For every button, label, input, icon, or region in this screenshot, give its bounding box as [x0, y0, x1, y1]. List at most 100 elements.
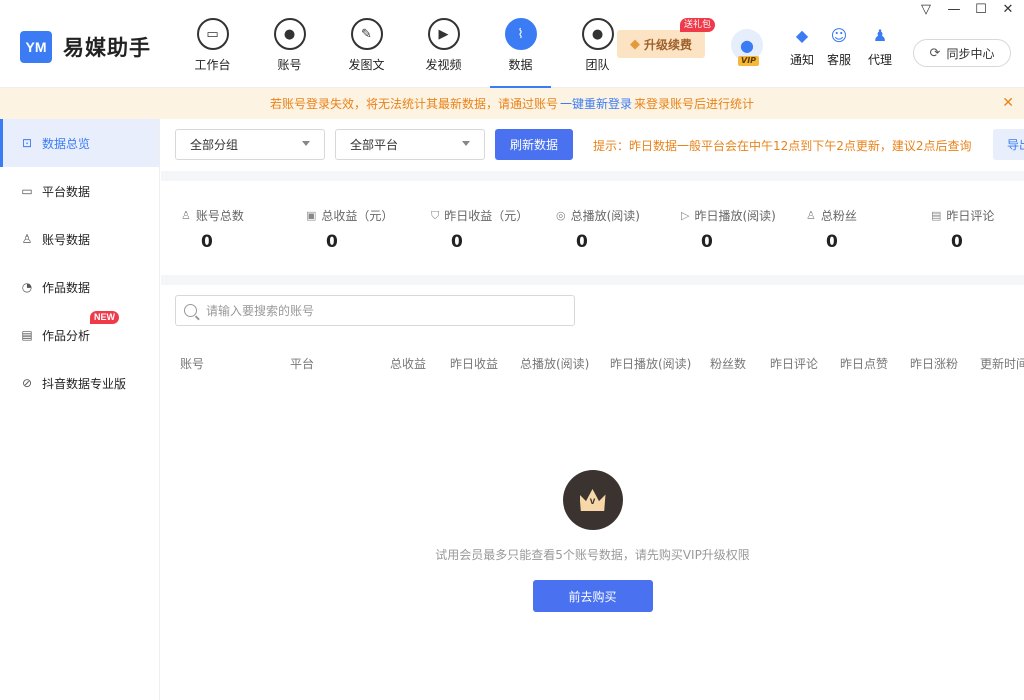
search-box[interactable] — [175, 295, 575, 326]
account-icon: ♙ — [21, 232, 33, 246]
wallet-icon: ▣ — [306, 209, 317, 222]
account-table: 账号 平台 总收益 昨日收益 总播放(阅读) 昨日播放(阅读) 粉丝数 昨日评论… — [161, 285, 1024, 700]
export-label: 导出 — [1007, 138, 1024, 152]
overview-icon: ⊡ — [21, 136, 33, 150]
moneybag-icon: ⛉ — [431, 208, 440, 222]
play-circle-icon: ▷ — [681, 209, 690, 222]
bell-icon: ◆ — [795, 26, 809, 45]
stat-yesterday-revenue: ⛉ 昨日收益（元） 0 — [431, 207, 529, 253]
comment-icon: ▤ — [931, 209, 942, 222]
filter-bar: 全部分组 全部平台 刷新数据 提示：昨日数据一般平台会在中午12点到下午2点更新… — [161, 119, 1024, 171]
team-icon: ● — [581, 18, 614, 50]
stat-total-fans: ♙ 总粉丝 0 — [806, 207, 857, 252]
stat-label: 账号总数 — [195, 209, 244, 223]
main-content: 全部分组 全部平台 刷新数据 提示：昨日数据一般平台会在中午12点到下午2点更新… — [161, 119, 1024, 700]
stat-label: 昨日播放(阅读) — [694, 209, 776, 223]
monitor-icon: ▭ — [196, 18, 229, 50]
tool-label: 通知 — [789, 53, 814, 67]
platform-select-value: 全部平台 — [350, 138, 399, 152]
notice-text-end: 来登录账号后进行统计 — [634, 97, 755, 111]
stat-total-revenue: ▣ 总收益（元） 0 — [306, 207, 393, 252]
nav-data[interactable]: ⌇ 数据 — [482, 0, 559, 88]
customer-service-button[interactable]: ☺ 客服 — [821, 26, 857, 68]
column-header: 昨日评论 — [770, 357, 819, 371]
main-nav: ▭ 工作台 ● 账号 ✎ 发图文 ▶ 发视频 ⌇ 数据 ● 团队 — [174, 0, 636, 88]
close-window-icon[interactable]: ✕ — [998, 2, 1018, 17]
group-select[interactable]: 全部分组 — [175, 129, 325, 160]
stat-value: 0 — [576, 232, 588, 252]
refresh-button[interactable]: 刷新数据 — [495, 129, 573, 160]
nav-label: 发图文 — [348, 58, 385, 72]
sidebar-item-label: 作品分析 — [42, 328, 91, 343]
close-icon[interactable]: ✕ — [1002, 95, 1014, 111]
search-icon — [184, 304, 197, 317]
sidebar-item-platform[interactable]: ▭ 平台数据 — [0, 167, 159, 215]
minimize-icon[interactable]: — — [944, 2, 964, 17]
nav-publish-video[interactable]: ▶ 发视频 — [405, 0, 482, 88]
upgrade-button[interactable]: ◆ 升级续费 — [617, 30, 705, 58]
notifications-button[interactable]: ◆ 通知 — [784, 26, 820, 68]
trend-icon: ⊘ — [21, 376, 33, 390]
platform-icon: ▭ — [21, 184, 33, 198]
play-icon: ▶ — [427, 18, 460, 50]
app-name: 易媒助手 — [63, 36, 151, 60]
nav-label: 数据 — [508, 58, 533, 72]
user-outline-icon: ♙ — [181, 209, 191, 222]
notice-text: 若账号登录失效，将无法统计其最新数据，请通过账号 — [269, 97, 558, 111]
stat-label: 昨日收益（元） — [444, 209, 529, 223]
column-header: 账号 — [180, 357, 205, 371]
sidebar: ⊡ 数据总览 ▭ 平台数据 ♙ 账号数据 ◔ 作品数据 ▤ 作品分析 NEW ⊘… — [0, 119, 160, 700]
sidebar-item-account[interactable]: ♙ 账号数据 — [0, 215, 159, 263]
crown-shape: v — [579, 489, 606, 511]
tool-label: 客服 — [826, 53, 851, 67]
feather-icon: ✎ — [350, 18, 383, 50]
column-header: 总收益 — [390, 357, 427, 371]
update-tip: 提示：昨日数据一般平台会在中午12点到下午2点更新，建议2点后查询 — [593, 139, 972, 153]
stat-total-plays: ◎ 总播放(阅读) 0 — [556, 207, 640, 252]
caret-down-icon — [302, 141, 310, 146]
upgrade-label: 升级续费 — [643, 37, 692, 52]
sidebar-item-label: 账号数据 — [42, 232, 91, 247]
vip-crown-icon: v — [562, 470, 623, 530]
stat-value: 0 — [326, 232, 338, 252]
platform-select[interactable]: 全部平台 — [335, 129, 485, 160]
sync-center-button[interactable]: ⟳ 同步中心 — [913, 39, 1011, 67]
maximize-icon[interactable]: ☐ — [971, 2, 991, 17]
avatar-user-icon: ● — [740, 35, 754, 55]
diamond-icon: ◆ — [629, 36, 640, 52]
play-count-icon: ◎ — [556, 209, 566, 222]
stat-value: 0 — [701, 232, 713, 252]
nav-accounts[interactable]: ● 账号 — [251, 0, 328, 88]
agent-button[interactable]: ♟ 代理 — [862, 26, 898, 68]
sidebar-item-works[interactable]: ◔ 作品数据 — [0, 263, 159, 311]
stat-label: 总收益（元） — [321, 209, 394, 223]
dropdown-menu-icon[interactable]: ▽ — [916, 2, 936, 17]
empty-message: 试用会员最多只能查看5个账号数据，请先购买VIP升级权限 — [435, 548, 750, 562]
fans-icon: ♙ — [806, 209, 816, 222]
sidebar-item-analysis[interactable]: ▤ 作品分析 NEW — [0, 311, 159, 359]
sidebar-item-douyin-pro[interactable]: ⊘ 抖音数据专业版 — [0, 359, 159, 407]
nav-publish-article[interactable]: ✎ 发图文 — [328, 0, 405, 88]
relogin-link[interactable]: 一键重新登录 — [560, 95, 632, 112]
column-header: 粉丝数 — [710, 357, 747, 371]
search-input[interactable] — [206, 303, 556, 318]
user-icon: ● — [273, 18, 306, 50]
nav-workbench[interactable]: ▭ 工作台 — [174, 0, 251, 88]
stat-value: 0 — [826, 232, 838, 252]
stat-value: 0 — [201, 232, 213, 252]
top-header: YM 易媒助手 ▭ 工作台 ● 账号 ✎ 发图文 ▶ 发视频 ⌇ 数据 ● 团队… — [0, 0, 1024, 88]
stat-account-total: ♙ 账号总数 0 — [181, 207, 244, 252]
nav-label: 发视频 — [425, 58, 462, 72]
report-icon: ▤ — [21, 328, 33, 342]
sync-icon: ⟳ — [929, 45, 941, 61]
stat-yesterday-plays: ▷ 昨日播放(阅读) 0 — [681, 207, 776, 252]
sidebar-item-overview[interactable]: ⊡ 数据总览 — [0, 119, 159, 167]
stat-value: 0 — [951, 232, 963, 252]
export-button[interactable]: 导出 — [993, 129, 1024, 160]
column-header: 昨日涨粉 — [910, 357, 959, 371]
caret-down-icon — [462, 141, 470, 146]
logo-mark: YM — [20, 31, 52, 63]
sidebar-item-label: 数据总览 — [42, 136, 91, 151]
column-header: 平台 — [290, 357, 315, 371]
buy-vip-button[interactable]: 前去购买 — [532, 580, 653, 612]
